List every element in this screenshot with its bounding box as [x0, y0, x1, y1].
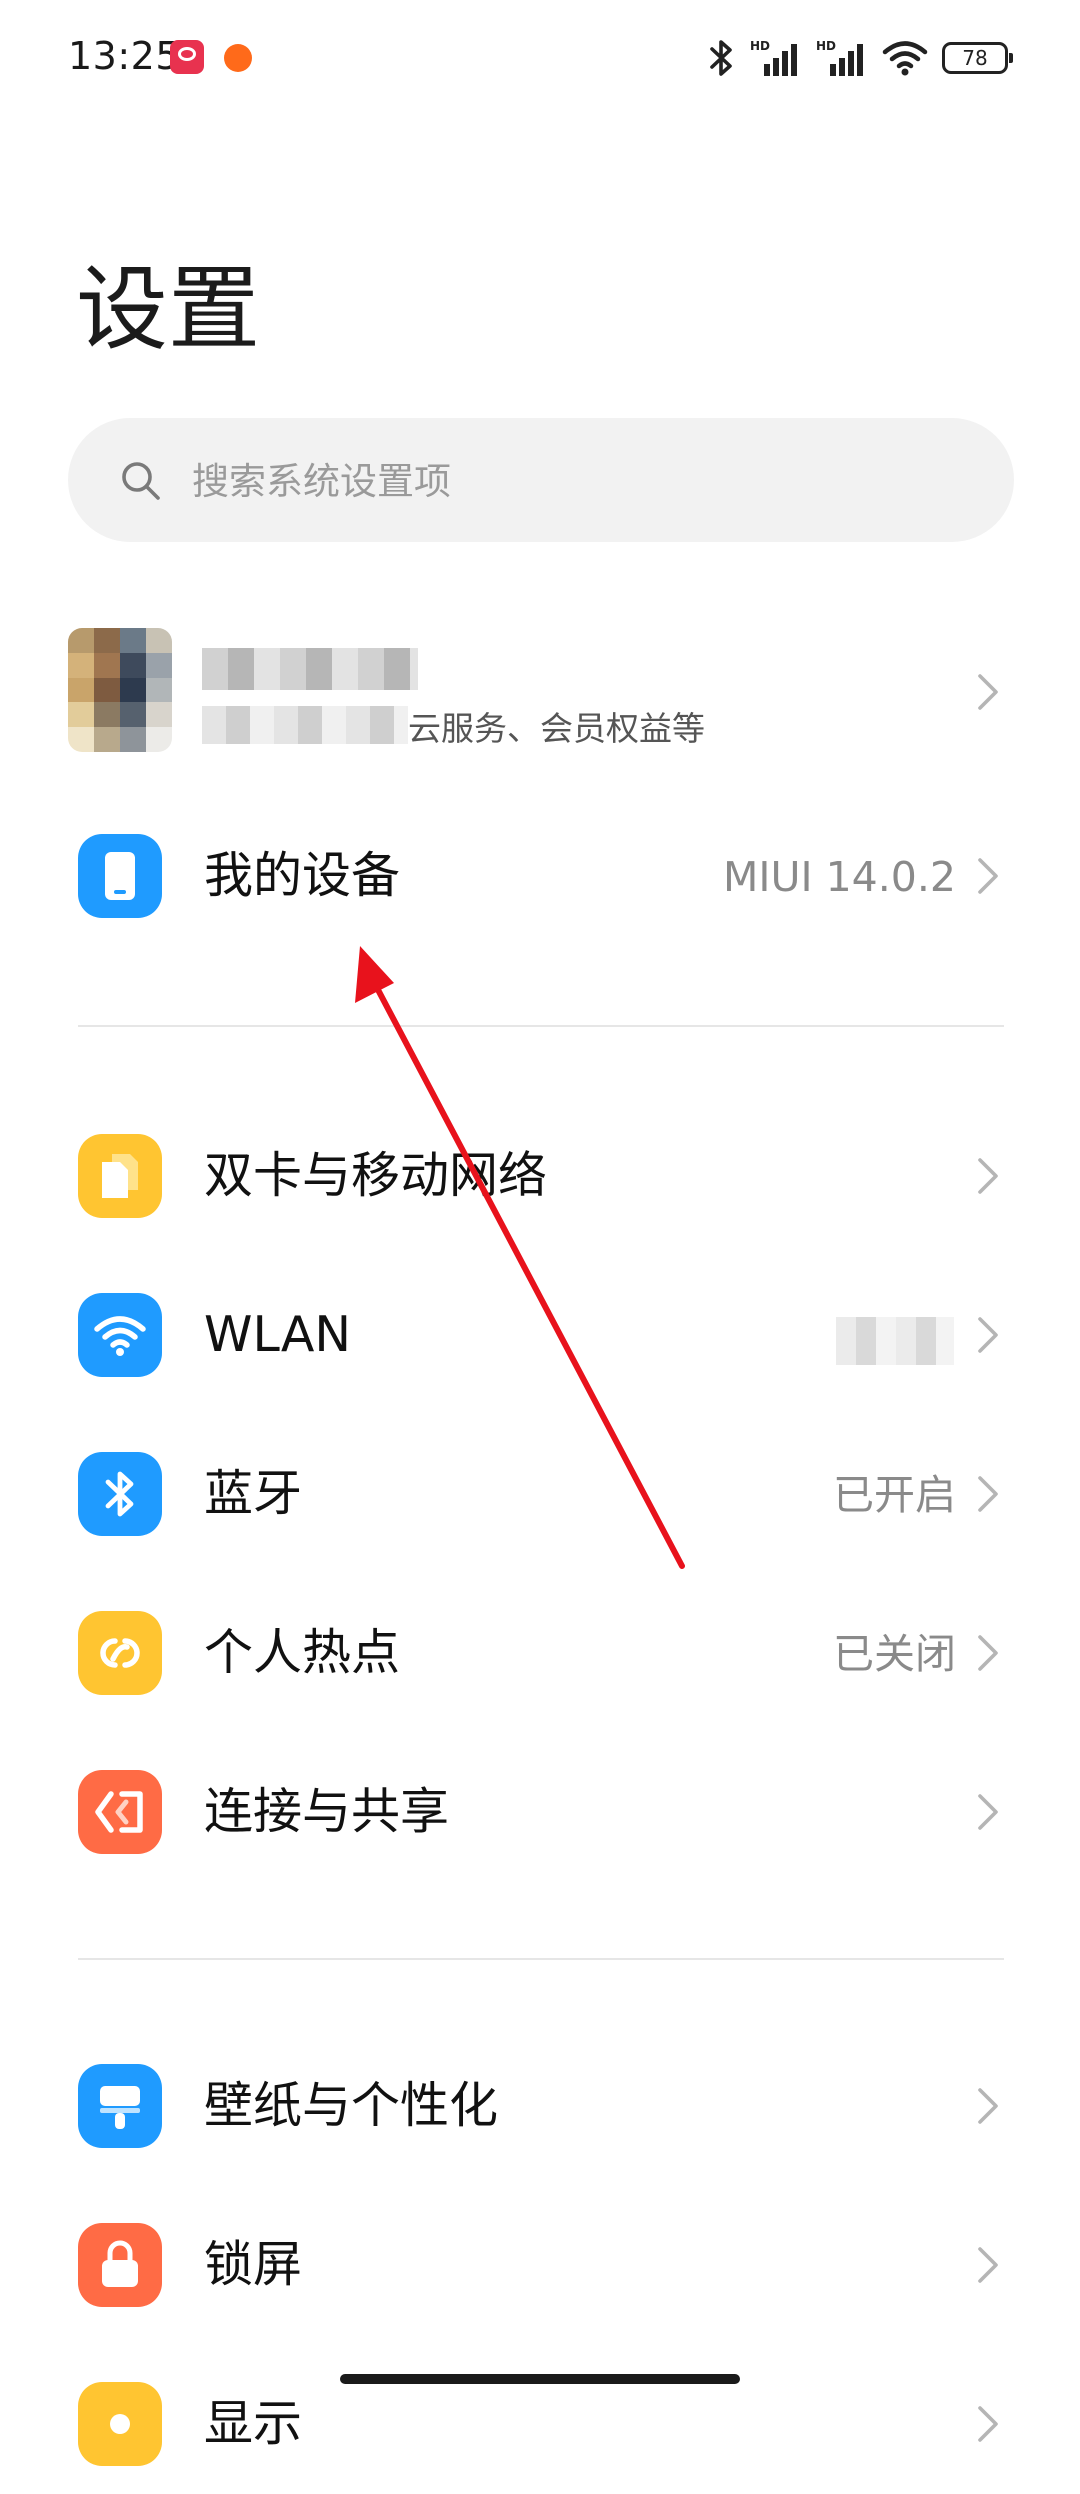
- row-label: 壁纸与个性化: [204, 2077, 499, 2134]
- svg-text:HD: HD: [816, 39, 836, 53]
- row-hotspot[interactable]: 个人热点 已关闭: [0, 1583, 1080, 1723]
- bluetooth-icon: [78, 1452, 162, 1536]
- brightness-icon: [78, 2382, 162, 2466]
- phone-icon: [78, 834, 162, 918]
- avatar: [68, 628, 172, 752]
- row-label: 连接与共享: [204, 1783, 450, 1840]
- chevron-right-icon: [978, 674, 998, 710]
- status-time: 13:25: [68, 34, 181, 78]
- signal-1-icon: HD: [750, 39, 797, 76]
- chevron-right-icon: [978, 1794, 998, 1830]
- row-dual-sim[interactable]: 双卡与移动网络: [0, 1106, 1080, 1246]
- chevron-right-icon: [978, 2406, 998, 2442]
- notification-dot-icon: [224, 44, 252, 72]
- row-label: 我的设备: [204, 847, 401, 904]
- home-indicator[interactable]: [340, 2374, 740, 2384]
- row-label: WLAN: [204, 1306, 352, 1363]
- wifi-icon: [78, 1293, 162, 1377]
- chevron-right-icon: [978, 1158, 998, 1194]
- lock-icon: [78, 2223, 162, 2307]
- row-label: 显示: [204, 2395, 303, 2452]
- search-bar[interactable]: [68, 418, 1014, 542]
- chevron-right-icon: [978, 2088, 998, 2124]
- bluetooth-status-icon: [710, 40, 732, 76]
- search-icon: [122, 462, 160, 500]
- account-name-redacted: [202, 648, 418, 690]
- battery-icon: 78: [942, 42, 1013, 74]
- account-row[interactable]: 云服务、会员权益等: [0, 610, 1080, 770]
- wlan-network-redacted: [836, 1317, 954, 1365]
- chevron-right-icon: [978, 1635, 998, 1671]
- share-connection-icon: [78, 1770, 162, 1854]
- chevron-right-icon: [978, 1317, 998, 1353]
- row-value: 已开启: [833, 1471, 956, 1519]
- sim-card-icon: [78, 1134, 162, 1218]
- hotspot-icon: [78, 1611, 162, 1695]
- annotation-arrow-head: [355, 946, 394, 1003]
- row-lock-screen[interactable]: 锁屏: [0, 2195, 1080, 2335]
- row-wlan[interactable]: WLAN: [0, 1265, 1080, 1405]
- row-wallpaper[interactable]: 壁纸与个性化: [0, 2036, 1080, 2176]
- chevron-right-icon: [978, 1476, 998, 1512]
- row-label: 锁屏: [204, 2236, 303, 2293]
- row-value: MIUI 14.0.2: [722, 853, 956, 901]
- search-input[interactable]: [190, 440, 974, 522]
- row-label: 双卡与移动网络: [204, 1147, 548, 1204]
- row-bluetooth[interactable]: 蓝牙 已开启: [0, 1424, 1080, 1564]
- signal-2-icon: HD: [816, 39, 863, 76]
- row-my-device[interactable]: 我的设备 MIUI 14.0.2: [0, 806, 1080, 946]
- chevron-right-icon: [978, 2247, 998, 2283]
- chevron-right-icon: [978, 858, 998, 894]
- row-value: 已关闭: [833, 1630, 956, 1678]
- section-divider: [78, 1958, 1004, 1960]
- row-label: 蓝牙: [204, 1465, 303, 1522]
- brush-icon: [78, 2064, 162, 2148]
- account-subtitle: 云服务、会员权益等: [408, 709, 705, 748]
- row-label: 个人热点: [204, 1624, 401, 1681]
- account-sub-redacted: [202, 706, 408, 744]
- status-icons: HD HD 78: [706, 36, 1013, 80]
- page-title: 设置: [76, 256, 261, 363]
- status-bar: 13:25 HD HD 78: [0, 0, 1080, 120]
- svg-text:HD: HD: [750, 39, 770, 53]
- app-notification-icon: [170, 40, 204, 74]
- wifi-status-icon: [882, 41, 928, 76]
- row-connection-sharing[interactable]: 连接与共享: [0, 1742, 1080, 1882]
- section-divider: [78, 1025, 1004, 1027]
